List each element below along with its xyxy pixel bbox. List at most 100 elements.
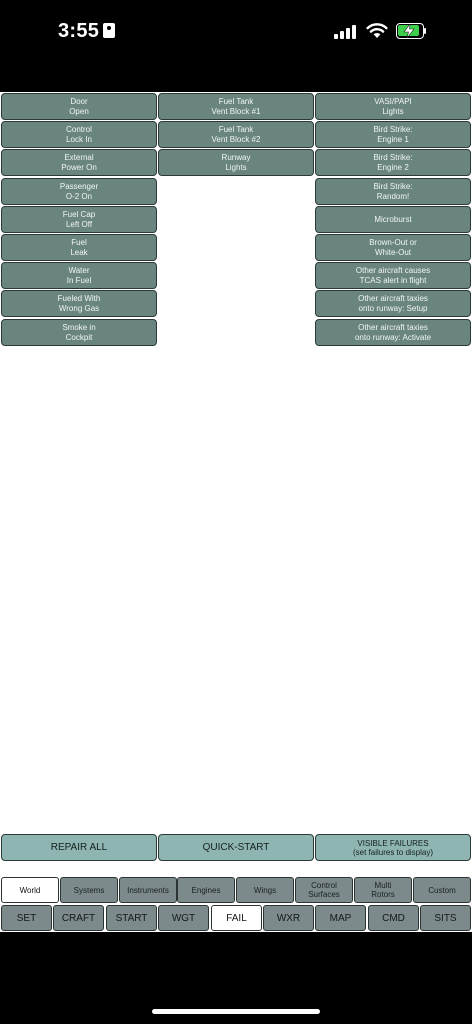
failure-button-fuel-tank-vent-block-2[interactable]: Fuel Tank Vent Block #2	[158, 121, 314, 148]
repair-all-label: REPAIR ALL	[50, 841, 108, 853]
category-tab-wings[interactable]: Wings	[236, 877, 294, 903]
category-tab-systems[interactable]: Systems	[60, 877, 118, 903]
repair-all-button[interactable]: REPAIR ALL	[1, 834, 157, 861]
category-label: Custom	[428, 885, 456, 895]
category-label: Control	[311, 881, 337, 890]
failure-label-line2: Lights	[382, 106, 404, 116]
failure-label-line2: Left Off	[65, 219, 93, 229]
failure-label-line1: Fuel Tank	[218, 96, 254, 106]
failure-label-line1: Fuel Tank	[218, 124, 254, 134]
home-indicator[interactable]	[152, 1009, 320, 1014]
failure-label-line1: Smoke in	[62, 322, 96, 332]
failure-button-microburst[interactable]: Microburst	[315, 206, 471, 233]
mode-tab-craft[interactable]: CRAFT	[53, 905, 104, 931]
category-tab-world[interactable]: World	[1, 877, 59, 903]
category-label: World	[19, 885, 41, 895]
failure-label-line1: Fuel Cap	[62, 209, 96, 219]
failure-label-line1: Runway	[221, 152, 251, 162]
failure-label-line2: onto runway: Setup	[358, 303, 428, 313]
category-tab-custom[interactable]: Custom	[413, 877, 471, 903]
cellular-signal-icon	[334, 25, 360, 39]
failure-button-other-aircraft-causes-tcas-alert-in-flight[interactable]: Other aircraft causes TCAS alert in fligh…	[315, 262, 471, 289]
failure-button-control-lock-in[interactable]: Control Lock In	[1, 121, 157, 148]
failure-label-line2: O-2 On	[65, 191, 93, 201]
category-label-line2: Rotors	[371, 890, 395, 899]
failure-button-brown-out-or-white-out[interactable]: Brown-Out or White-Out	[315, 234, 471, 261]
failure-label-line2: Engine 1	[377, 134, 409, 144]
failure-button-fuel-tank-vent-block-1[interactable]: Fuel Tank Vent Block #1	[158, 93, 314, 120]
mode-tab-cmd[interactable]: CMD	[368, 905, 419, 931]
failure-label-line1: Fueled With	[57, 293, 101, 303]
failure-button-external-power-on[interactable]: External Power On	[1, 149, 157, 176]
failure-button-fueled-with-wrong-gas[interactable]: Fueled With Wrong Gas	[1, 290, 157, 317]
mode-tab-sits[interactable]: SITS	[420, 905, 471, 931]
failure-label-line2: Wrong Gas	[58, 303, 100, 313]
mode-tab-fail[interactable]: FAIL	[211, 905, 262, 931]
failure-label-line2: Lock In	[66, 134, 92, 144]
status-bar: 3:55	[0, 0, 472, 92]
failure-button-bird-strike-random[interactable]: Bird Strike: Random!	[315, 178, 471, 205]
failure-label-line1: Water	[68, 265, 90, 275]
category-label: Engines	[191, 885, 221, 895]
quick-start-button[interactable]: QUICK-START	[158, 834, 314, 861]
failure-label-line1: Door	[70, 96, 88, 106]
failure-label-line1: Brown-Out or	[369, 237, 417, 247]
battery-charging-icon	[396, 23, 426, 39]
failure-label-line2: onto runway: Activate	[354, 332, 432, 342]
visible-failures-button[interactable]: VISIBLE FAILURES (set failures to displa…	[315, 834, 471, 861]
category-tab-control-surfaces[interactable]: Control Surfaces	[295, 877, 353, 903]
failure-label-line1: Microburst	[374, 214, 412, 224]
failure-label-line2: In Fuel	[66, 275, 92, 285]
failure-label-line2: Power On	[61, 162, 97, 172]
failure-label-line1: Fuel	[71, 237, 87, 247]
category-tab-engines[interactable]: Engines	[177, 877, 235, 903]
failure-button-runway-lights[interactable]: Runway Lights	[158, 149, 314, 176]
failure-button-smoke-in-cockpit[interactable]: Smoke in Cockpit	[1, 319, 157, 346]
failure-label-line1: Passenger	[59, 181, 99, 191]
category-label-line2: Surfaces	[308, 890, 340, 899]
failure-button-other-aircraft-taxies-onto-runway-setup[interactable]: Other aircraft taxies onto runway: Setup	[315, 290, 471, 317]
failure-button-bird-strike-engine-2[interactable]: Bird Strike: Engine 2	[315, 149, 471, 176]
failure-button-door-open[interactable]: Door Open	[1, 93, 157, 120]
bottom-bar	[0, 932, 472, 1024]
failure-label-line1: Bird Strike:	[373, 124, 413, 134]
visible-failures-sublabel: (set failures to display)	[352, 847, 434, 857]
mode-tab-map[interactable]: MAP	[315, 905, 366, 931]
failure-button-bird-strike-engine-1[interactable]: Bird Strike: Engine 1	[315, 121, 471, 148]
failure-label-line1: Bird Strike:	[373, 181, 413, 191]
failure-label-line1: Bird Strike:	[373, 152, 413, 162]
failure-label-line2: TCAS alert in flight	[359, 275, 427, 285]
mode-tab-set[interactable]: SET	[1, 905, 52, 931]
failure-button-other-aircraft-taxies-onto-runway-activate[interactable]: Other aircraft taxies onto runway: Activa…	[315, 319, 471, 346]
category-tab-multi-rotors[interactable]: Multi Rotors	[354, 877, 412, 903]
failure-button-passenger-o-2-on[interactable]: Passenger O-2 On	[1, 178, 157, 205]
mode-tab-start[interactable]: START	[106, 905, 157, 931]
quick-start-label: QUICK-START	[202, 841, 270, 853]
failure-label-line1: Control	[66, 124, 92, 134]
mode-tab-wxr[interactable]: WXR	[263, 905, 314, 931]
failure-label-line2: Vent Block #2	[211, 134, 261, 144]
failure-label-line2: Open	[69, 106, 89, 116]
failure-label-line1: External	[64, 152, 94, 162]
mode-tab-wgt[interactable]: WGT	[158, 905, 209, 931]
failure-label-line2: Engine 2	[377, 162, 409, 172]
failure-label-line2: White-Out	[374, 247, 411, 257]
failure-button-fuel-cap-left-off[interactable]: Fuel Cap Left Off	[1, 206, 157, 233]
status-time: 3:55	[58, 20, 116, 43]
category-tab-instruments[interactable]: Instruments	[119, 877, 177, 903]
failure-button-water-in-fuel[interactable]: Water In Fuel	[1, 262, 157, 289]
failure-label-line2: Leak	[70, 247, 88, 257]
failure-button-vasi-papi-lights[interactable]: VASI/PAPI Lights	[315, 93, 471, 120]
wifi-icon	[366, 23, 388, 38]
failure-label-line1: Other aircraft taxies	[358, 322, 428, 332]
failure-label-line2: Lights	[225, 162, 247, 172]
failure-label-line1: Other aircraft causes	[355, 265, 431, 275]
failure-label-line1: VASI/PAPI	[374, 96, 412, 106]
failure-button-fuel-leak[interactable]: Fuel Leak	[1, 234, 157, 261]
failure-label-line2: Random!	[376, 191, 410, 201]
failure-label-line1: Other aircraft taxies	[358, 293, 428, 303]
category-label: Multi	[374, 881, 392, 890]
failure-label-line2: Cockpit	[65, 332, 93, 342]
failure-label-line2: Vent Block #1	[211, 106, 261, 116]
contact-badge-icon	[103, 23, 116, 38]
